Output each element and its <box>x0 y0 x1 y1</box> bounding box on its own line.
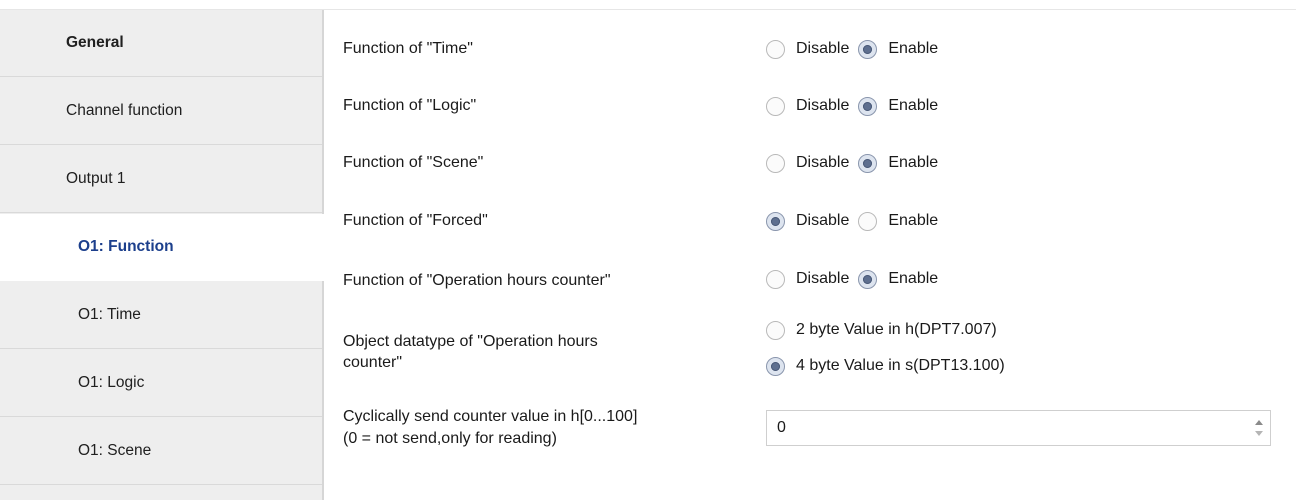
radio-label: Enable <box>888 97 939 114</box>
radio-label: Disable <box>796 154 850 171</box>
radio-button[interactable] <box>766 320 785 340</box>
forced-enable-option[interactable]: Enable <box>858 211 938 231</box>
time-enable-option[interactable]: Enable <box>858 39 938 59</box>
sidebar-item-label: O1: Logic <box>78 374 145 391</box>
time-function-label: Function of "Time" <box>343 40 473 57</box>
sidebar-item-label: O1: Time <box>78 306 141 323</box>
radio-button-selected[interactable] <box>858 96 878 116</box>
scene-function-radio-group: Disable Enable <box>766 152 947 174</box>
logic-disable-option[interactable]: Disable <box>766 96 849 116</box>
radio-label: 2 byte Value in h(DPT7.007) <box>796 321 997 338</box>
radio-label: Enable <box>888 40 939 57</box>
radio-label: Disable <box>796 212 850 229</box>
logic-function-radio-group: Disable Enable <box>766 95 947 117</box>
sidebar-item-o1-logic[interactable]: O1: Logic <box>0 350 322 417</box>
cyclic-send-spinner <box>766 410 1271 446</box>
radio-label: Disable <box>796 40 850 57</box>
radio-button-selected[interactable] <box>858 39 878 59</box>
radio-button-selected[interactable] <box>858 153 878 173</box>
time-disable-option[interactable]: Disable <box>766 39 849 59</box>
radio-button[interactable] <box>766 269 785 289</box>
radio-button-selected[interactable] <box>766 211 785 231</box>
radio-label: 4 byte Value in s(DPT13.100) <box>796 357 1005 374</box>
radio-button[interactable] <box>766 96 785 116</box>
operation-hours-enable-option[interactable]: Enable <box>858 269 938 289</box>
spin-down-arrow-icon[interactable] <box>1255 431 1263 436</box>
sidebar-item-label: O1: Scene <box>78 442 152 459</box>
radio-label: Enable <box>888 212 939 229</box>
parameter-window: General Channel function Output 1 O1: Fu… <box>0 0 1296 500</box>
sidebar-item-output-1[interactable]: Output 1 <box>0 146 322 213</box>
radio-label: Enable <box>888 154 939 171</box>
time-function-radio-group: Disable Enable <box>766 38 947 60</box>
scene-function-label: Function of "Scene" <box>343 154 484 171</box>
forced-function-label: Function of "Forced" <box>343 212 488 229</box>
radio-button[interactable] <box>766 153 785 173</box>
radio-label: Enable <box>888 270 939 287</box>
radio-label: Disable <box>796 97 850 114</box>
datatype-2byte-option[interactable]: 2 byte Value in h(DPT7.007) <box>766 320 997 340</box>
cyclic-send-label-line2: (0 = not send,only for reading) <box>343 430 557 447</box>
datatype-label-line2: counter" <box>343 354 403 371</box>
datatype-4byte-option[interactable]: 4 byte Value in s(DPT13.100) <box>766 356 1005 376</box>
sidebar-item-label: General <box>66 34 124 51</box>
radio-button-selected[interactable] <box>766 356 785 376</box>
sidebar-item-label: O1: Function <box>78 238 174 255</box>
radio-button[interactable] <box>766 39 785 59</box>
radio-button-selected[interactable] <box>858 269 878 289</box>
logic-function-label: Function of "Logic" <box>343 97 477 114</box>
sidebar-item-general[interactable]: General <box>0 10 322 77</box>
sidebar-item-label: Output 1 <box>66 170 126 187</box>
sidebar-item-label: Channel function <box>66 102 183 119</box>
radio-button[interactable] <box>858 211 878 231</box>
cyclic-send-label-line1: Cyclically send counter value in h[0...1… <box>343 408 638 425</box>
datatype-label-line1: Object datatype of "Operation hours <box>343 333 598 350</box>
sidebar-item-o1-scene[interactable]: O1: Scene <box>0 418 322 485</box>
operation-hours-disable-option[interactable]: Disable <box>766 269 849 289</box>
operation-hours-counter-radio-group: Disable Enable <box>766 268 947 290</box>
parameter-panel: Function of "Time" Disable Enable Functi… <box>326 10 1296 500</box>
cyclic-send-input[interactable] <box>767 411 1237 445</box>
sidebar-item-channel-function[interactable]: Channel function <box>0 78 322 145</box>
operation-hours-counter-label: Function of "Operation hours counter" <box>343 272 611 289</box>
spinner-buttons <box>1252 415 1266 441</box>
sidebar-item-o1-function[interactable]: O1: Function <box>0 214 326 281</box>
scene-enable-option[interactable]: Enable <box>858 153 938 173</box>
sidebar: General Channel function Output 1 O1: Fu… <box>0 10 326 500</box>
spin-up-arrow-icon[interactable] <box>1255 420 1263 425</box>
logic-enable-option[interactable]: Enable <box>858 96 938 116</box>
forced-disable-option[interactable]: Disable <box>766 211 849 231</box>
sidebar-item-o1-time[interactable]: O1: Time <box>0 282 322 349</box>
forced-function-radio-group: Disable Enable <box>766 210 947 232</box>
scene-disable-option[interactable]: Disable <box>766 153 849 173</box>
radio-label: Disable <box>796 270 850 287</box>
